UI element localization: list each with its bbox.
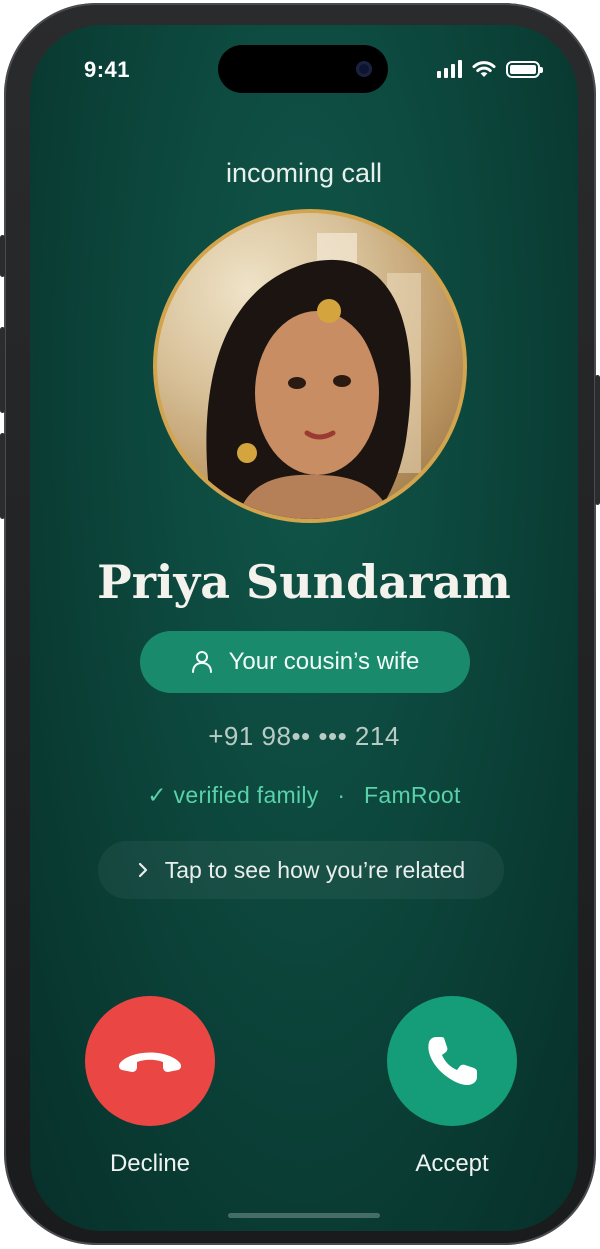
home-indicator bbox=[228, 1213, 380, 1218]
dynamic-island bbox=[218, 45, 388, 93]
decline-button[interactable] bbox=[85, 996, 215, 1126]
verification-line: ✓ verified family · FamRoot bbox=[30, 782, 578, 809]
call-status-label: incoming call bbox=[225, 158, 383, 188]
check-icon: ✓ bbox=[147, 782, 167, 808]
wifi-icon bbox=[472, 61, 496, 77]
caller-name: Priya Sundaram bbox=[97, 555, 511, 609]
person-icon bbox=[191, 651, 212, 673]
action-button bbox=[0, 235, 5, 277]
decline-label: Decline bbox=[109, 1150, 191, 1177]
volume-down-button bbox=[0, 433, 5, 519]
phone-frame: 9:41 incoming call Priya Sundaram Your c… bbox=[0, 3, 600, 1245]
caller-phone-number: +91 98•• ••• 214 bbox=[208, 721, 400, 751]
see-relation-label: Tap to see how you’re related bbox=[164, 856, 466, 883]
volume-up-button bbox=[0, 327, 5, 413]
verified-source: FamRoot bbox=[364, 782, 461, 808]
see-relation-button[interactable]: Tap to see how you’re related bbox=[98, 841, 504, 899]
power-button bbox=[595, 375, 600, 505]
separator-dot: · bbox=[337, 782, 346, 808]
caller-photo bbox=[157, 213, 463, 519]
status-time: 9:41 bbox=[84, 57, 131, 82]
relation-badge: Your cousin’s wife bbox=[140, 631, 470, 693]
accept-button[interactable] bbox=[387, 996, 517, 1126]
hang-up-icon bbox=[118, 1052, 182, 1072]
phone-icon bbox=[428, 1037, 477, 1086]
relation-label: Your cousin’s wife bbox=[228, 648, 420, 675]
status-icons bbox=[437, 59, 543, 79]
battery-icon bbox=[506, 60, 543, 78]
accept-label: Accept bbox=[415, 1150, 489, 1177]
caller-avatar bbox=[153, 209, 467, 523]
front-camera-icon bbox=[356, 61, 372, 77]
incoming-call-screen: 9:41 incoming call Priya Sundaram Your c… bbox=[30, 25, 578, 1231]
chevron-right-icon bbox=[138, 862, 147, 878]
verified-label: verified family bbox=[173, 782, 319, 808]
cellular-signal-icon bbox=[437, 60, 462, 78]
